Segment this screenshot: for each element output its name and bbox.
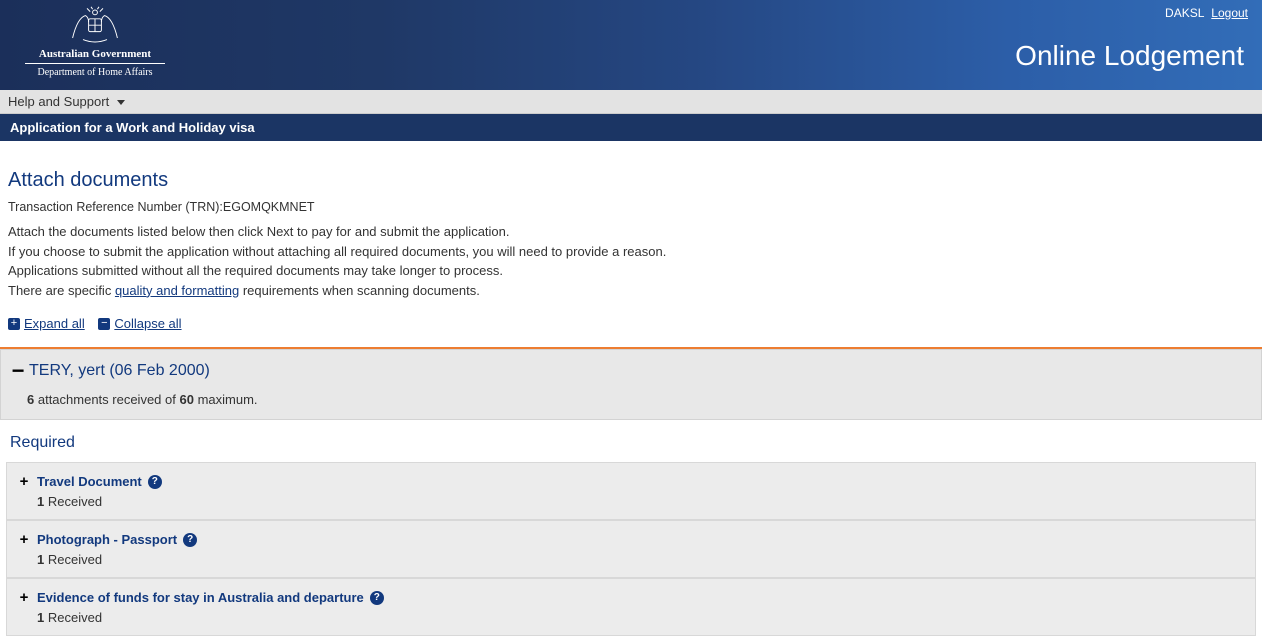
applicant-header[interactable]: − TERY, yert (06 Feb 2000) — [11, 362, 1251, 380]
gov-line2: Department of Home Affairs — [15, 67, 175, 78]
collapse-toggle-icon[interactable]: − — [11, 364, 25, 378]
help-menu-label: Help and Support — [8, 94, 109, 109]
plus-icon: + — [8, 318, 20, 330]
doc-title: Travel Document — [37, 474, 142, 489]
applicant-panel: − TERY, yert (06 Feb 2000) 6 attachments… — [0, 349, 1262, 420]
doc-received-label: Received — [44, 552, 102, 567]
doc-received-label: Received — [44, 610, 102, 625]
chevron-down-icon — [117, 100, 125, 105]
expand-toggle-icon[interactable]: + — [17, 531, 31, 548]
doc-title: Photograph - Passport — [37, 532, 177, 547]
expand-controls: + Expand all − Collapse all — [8, 314, 1254, 331]
menubar: Help and Support — [0, 90, 1262, 114]
instruction-1: Attach the documents listed below then c… — [8, 222, 1254, 242]
attachment-count: 6 attachments received of 60 maximum. — [27, 392, 1251, 407]
instruction-3: Applications submitted without all the r… — [8, 261, 1254, 281]
expand-toggle-icon[interactable]: + — [17, 473, 31, 490]
logout-link[interactable]: Logout — [1211, 6, 1248, 20]
inst4-pre: There are specific — [8, 283, 115, 298]
instruction-4: There are specific quality and formattin… — [8, 281, 1254, 301]
count-max: 60 — [179, 392, 193, 407]
collapse-all-link[interactable]: − Collapse all — [98, 316, 181, 331]
inst4-post: requirements when scanning documents. — [239, 283, 480, 298]
user-label: DAKSL — [1165, 6, 1204, 20]
doc-received-line: 1 Received — [37, 494, 1245, 509]
doc-received-line: 1 Received — [37, 610, 1245, 625]
doc-head[interactable]: + Photograph - Passport ? — [17, 531, 1245, 548]
gov-logo-block: Australian Government Department of Home… — [15, 6, 175, 78]
content: Attach documents Transaction Reference N… — [0, 141, 1262, 341]
help-and-support-menu[interactable]: Help and Support — [8, 94, 125, 109]
doc-item-evidence-of-funds: + Evidence of funds for stay in Australi… — [6, 578, 1256, 636]
minus-icon: − — [98, 318, 110, 330]
gov-divider — [25, 63, 165, 64]
applicant-name: TERY, yert (06 Feb 2000) — [29, 362, 210, 380]
expand-all-link[interactable]: + Expand all — [8, 316, 85, 331]
doc-received-count: 1 — [37, 610, 44, 625]
required-heading: Required — [0, 420, 1262, 462]
coat-of-arms-icon — [62, 6, 128, 46]
page-heading: Attach documents — [8, 169, 1254, 192]
doc-item-photograph-passport: + Photograph - Passport ? 1 Received — [6, 520, 1256, 578]
count-suffix: maximum. — [194, 392, 258, 407]
collapse-all-label: Collapse all — [114, 316, 181, 331]
help-icon[interactable]: ? — [148, 475, 162, 489]
doc-head[interactable]: + Travel Document ? — [17, 473, 1245, 490]
banner: DAKSL Logout Australian Government Depar… — [0, 0, 1262, 90]
count-mid: attachments received of — [34, 392, 179, 407]
trn-value: EGOMQKMNET — [223, 200, 315, 214]
gov-line1: Australian Government — [15, 48, 175, 60]
trn-prefix: Transaction Reference Number (TRN): — [8, 200, 223, 214]
trn-line: Transaction Reference Number (TRN):EGOMQ… — [8, 200, 1254, 214]
doc-head[interactable]: + Evidence of funds for stay in Australi… — [17, 589, 1245, 606]
help-icon[interactable]: ? — [183, 533, 197, 547]
brand-title: Online Lodgement — [1015, 40, 1244, 72]
quality-formatting-link[interactable]: quality and formatting — [115, 283, 239, 298]
banner-user-block: DAKSL Logout — [1165, 6, 1248, 20]
expand-toggle-icon[interactable]: + — [17, 589, 31, 606]
expand-all-label: Expand all — [24, 316, 85, 331]
doc-list: + Travel Document ? 1 Received + Photogr… — [6, 462, 1256, 636]
doc-title: Evidence of funds for stay in Australia … — [37, 590, 364, 605]
help-icon[interactable]: ? — [370, 591, 384, 605]
instruction-2: If you choose to submit the application … — [8, 242, 1254, 262]
application-title: Application for a Work and Holiday visa — [0, 114, 1262, 141]
doc-received-label: Received — [44, 494, 102, 509]
doc-item-travel-document: + Travel Document ? 1 Received — [6, 462, 1256, 520]
doc-received-line: 1 Received — [37, 552, 1245, 567]
